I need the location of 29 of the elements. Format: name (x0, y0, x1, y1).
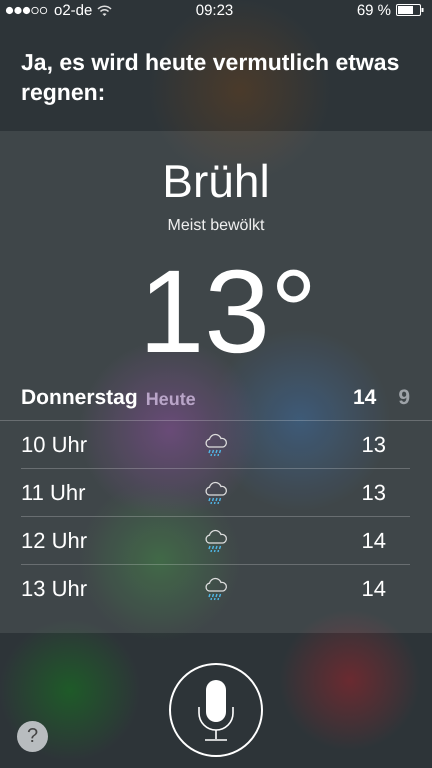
battery-percentage: 69 % (356, 2, 392, 18)
high-temperature: 14 (352, 386, 376, 410)
help-button[interactable]: ? (17, 721, 48, 752)
hour-temperature: 13 (362, 480, 386, 504)
microphone-button[interactable] (169, 662, 263, 756)
current-temperature: 13° (138, 247, 318, 377)
hour-temperature: 14 (362, 528, 386, 552)
city-name: Brühl (162, 155, 270, 207)
hour-temperature: 14 (362, 576, 386, 600)
hour-temperature: 13 (362, 432, 386, 456)
rain-cloud-icon (202, 480, 228, 504)
microphone-icon (197, 678, 235, 740)
siri-answer: Ja, es wird heute vermutlich etwas regnen: (20, 48, 400, 107)
signal-icon (5, 6, 49, 14)
hour-label: 11 Uhr (21, 480, 86, 506)
rain-cloud-icon (202, 528, 228, 552)
hour-label: 10 Uhr (21, 432, 88, 458)
day-note: Heute (146, 388, 196, 410)
hour-label: 12 Uhr (21, 528, 88, 554)
rain-cloud-icon (202, 432, 228, 456)
carrier-name: o2-de (54, 2, 92, 18)
low-temperature: 9 (398, 386, 410, 410)
weather-condition: Meist bewölkt (168, 217, 264, 235)
hour-label: 13 Uhr (21, 576, 88, 602)
day-name: Donnerstag (21, 386, 138, 410)
wifi-icon (97, 4, 112, 16)
clock-time: 09:23 (196, 2, 234, 18)
rain-cloud-icon (202, 576, 228, 600)
battery-icon (396, 4, 424, 16)
